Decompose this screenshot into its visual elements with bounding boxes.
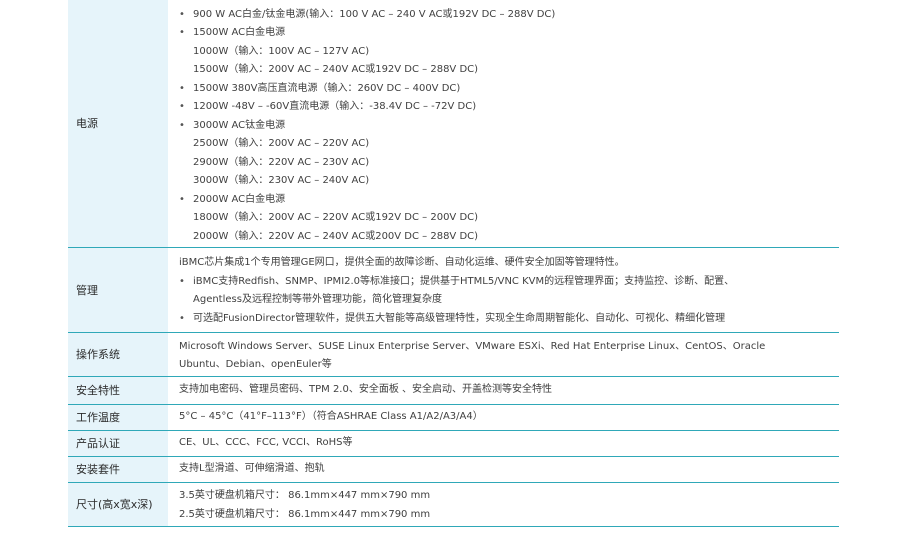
- bullet-item: 1200W -48V – -60V直流电源（输入：-38.4V DC – -72…: [179, 98, 833, 117]
- bullet-item: 1500W 380V高压直流电源（输入：260V DC – 400V DC): [179, 80, 833, 99]
- spec-label: 工作温度: [68, 404, 168, 430]
- spec-value: 支持L型滑道、可伸缩滑道、抱轨: [168, 456, 839, 482]
- bullet-item: 可选配FusionDirector管理软件，提供五大智能等高级管理特性，实现全生…: [179, 310, 833, 329]
- spec-label: 尺寸(高x宽x深): [68, 482, 168, 526]
- spec-line: 2900W（输入：220V AC – 230V AC): [193, 156, 370, 168]
- spec-row-dimensions: 尺寸(高x宽x深) 3.5英寸硬盘机箱尺寸： 86.1mm×447 mm×790 …: [68, 482, 839, 526]
- spec-value: CE、UL、CCC、FCC, VCCI、RoHS等: [168, 430, 839, 456]
- spec-line: 2500W（输入：200V AC – 220V AC): [193, 138, 370, 149]
- spec-line: 支持L型滑道、可伸缩滑道、抱轨: [179, 462, 325, 474]
- bullet-item: iBMC支持Redfish、SNMP、IPMI2.0等标准接口；提供基于HTML…: [179, 273, 833, 292]
- spec-line: iBMC芯片集成1个专用管理GE网口，提供全面的故障诊断、自动化运维、硬件安全加…: [179, 257, 625, 268]
- spec-label: 电源: [68, 0, 168, 247]
- spec-line: 3.5英寸硬盘机箱尺寸： 86.1mm×447 mm×790 mm: [179, 490, 431, 501]
- spec-line: 2000W（输入：220V AC – 240V AC或200V DC – 288…: [193, 230, 479, 242]
- spec-row-temperature: 工作温度 5°C – 45°C（41°F–113°F）（符合ASHRAE Clas…: [68, 404, 839, 430]
- spec-row-mount-kit: 安装套件 支持L型滑道、可伸缩滑道、抱轨: [68, 456, 839, 482]
- spec-row-os: 操作系统 Microsoft Windows Server、SUSE Linux …: [68, 332, 839, 376]
- bullet-item: 2000W AC白金电源: [179, 191, 833, 210]
- spec-label: 安全特性: [68, 376, 168, 404]
- spec-value: 5°C – 45°C（41°F–113°F）（符合ASHRAE Class A1…: [168, 404, 839, 430]
- spec-value: iBMC芯片集成1个专用管理GE网口，提供全面的故障诊断、自动化运维、硬件安全加…: [168, 247, 839, 332]
- spec-line: Ubuntu、Debian、openEuler等: [179, 359, 332, 370]
- spec-label: 安装套件: [68, 456, 168, 482]
- spec-line: 3000W（输入：230V AC – 240V AC): [193, 175, 370, 186]
- spec-line: 5°C – 45°C（41°F–113°F）（符合ASHRAE Class A1…: [179, 410, 483, 422]
- spec-row-security: 安全特性 支持加电密码、管理员密码、TPM 2.0、安全面板 、安全启动、开盖检测…: [68, 376, 839, 404]
- spec-value: Microsoft Windows Server、SUSE Linux Ente…: [168, 332, 839, 376]
- spec-line: 2.5英寸硬盘机箱尺寸： 86.1mm×447 mm×790 mm: [179, 508, 431, 520]
- spec-line: CE、UL、CCC、FCC, VCCI、RoHS等: [179, 436, 353, 448]
- spec-row-power: 电源 900 W AC白金/钛金电源(输入：100 V AC – 240 V AC…: [68, 0, 839, 247]
- spec-label: 管理: [68, 247, 168, 332]
- spec-line: 1800W（输入：200V AC – 220V AC或192V DC – 200…: [193, 212, 479, 223]
- spec-label: 产品认证: [68, 430, 168, 456]
- spec-line: Microsoft Windows Server、SUSE Linux Ente…: [179, 340, 766, 352]
- bullet-item: 3000W AC钛金电源: [179, 117, 833, 136]
- spec-value: 3.5英寸硬盘机箱尺寸： 86.1mm×447 mm×790 mm 2.5英寸硬盘…: [168, 482, 839, 526]
- spec-table: 电源 900 W AC白金/钛金电源(输入：100 V AC – 240 V AC…: [68, 0, 839, 527]
- bullet-item: 900 W AC白金/钛金电源(输入：100 V AC – 240 V AC或1…: [179, 6, 833, 25]
- bullet-item: 1500W AC白金电源: [179, 24, 833, 43]
- spec-label: 操作系统: [68, 332, 168, 376]
- spec-row-certification: 产品认证 CE、UL、CCC、FCC, VCCI、RoHS等: [68, 430, 839, 456]
- spec-value: 900 W AC白金/钛金电源(输入：100 V AC – 240 V AC或1…: [168, 0, 839, 247]
- spec-value: 支持加电密码、管理员密码、TPM 2.0、安全面板 、安全启动、开盖检测等安全特…: [168, 376, 839, 404]
- spec-line: Agentless及远程控制等带外管理功能，简化管理复杂度: [193, 294, 442, 305]
- spec-row-management: 管理 iBMC芯片集成1个专用管理GE网口，提供全面的故障诊断、自动化运维、硬件安…: [68, 247, 839, 332]
- spec-line: 1500W（输入：200V AC – 240V AC或192V DC – 288…: [193, 64, 479, 75]
- spec-line: 1000W（输入：100V AC – 127V AC): [193, 45, 370, 57]
- spec-line: 支持加电密码、管理员密码、TPM 2.0、安全面板 、安全启动、开盖检测等安全特…: [179, 383, 553, 395]
